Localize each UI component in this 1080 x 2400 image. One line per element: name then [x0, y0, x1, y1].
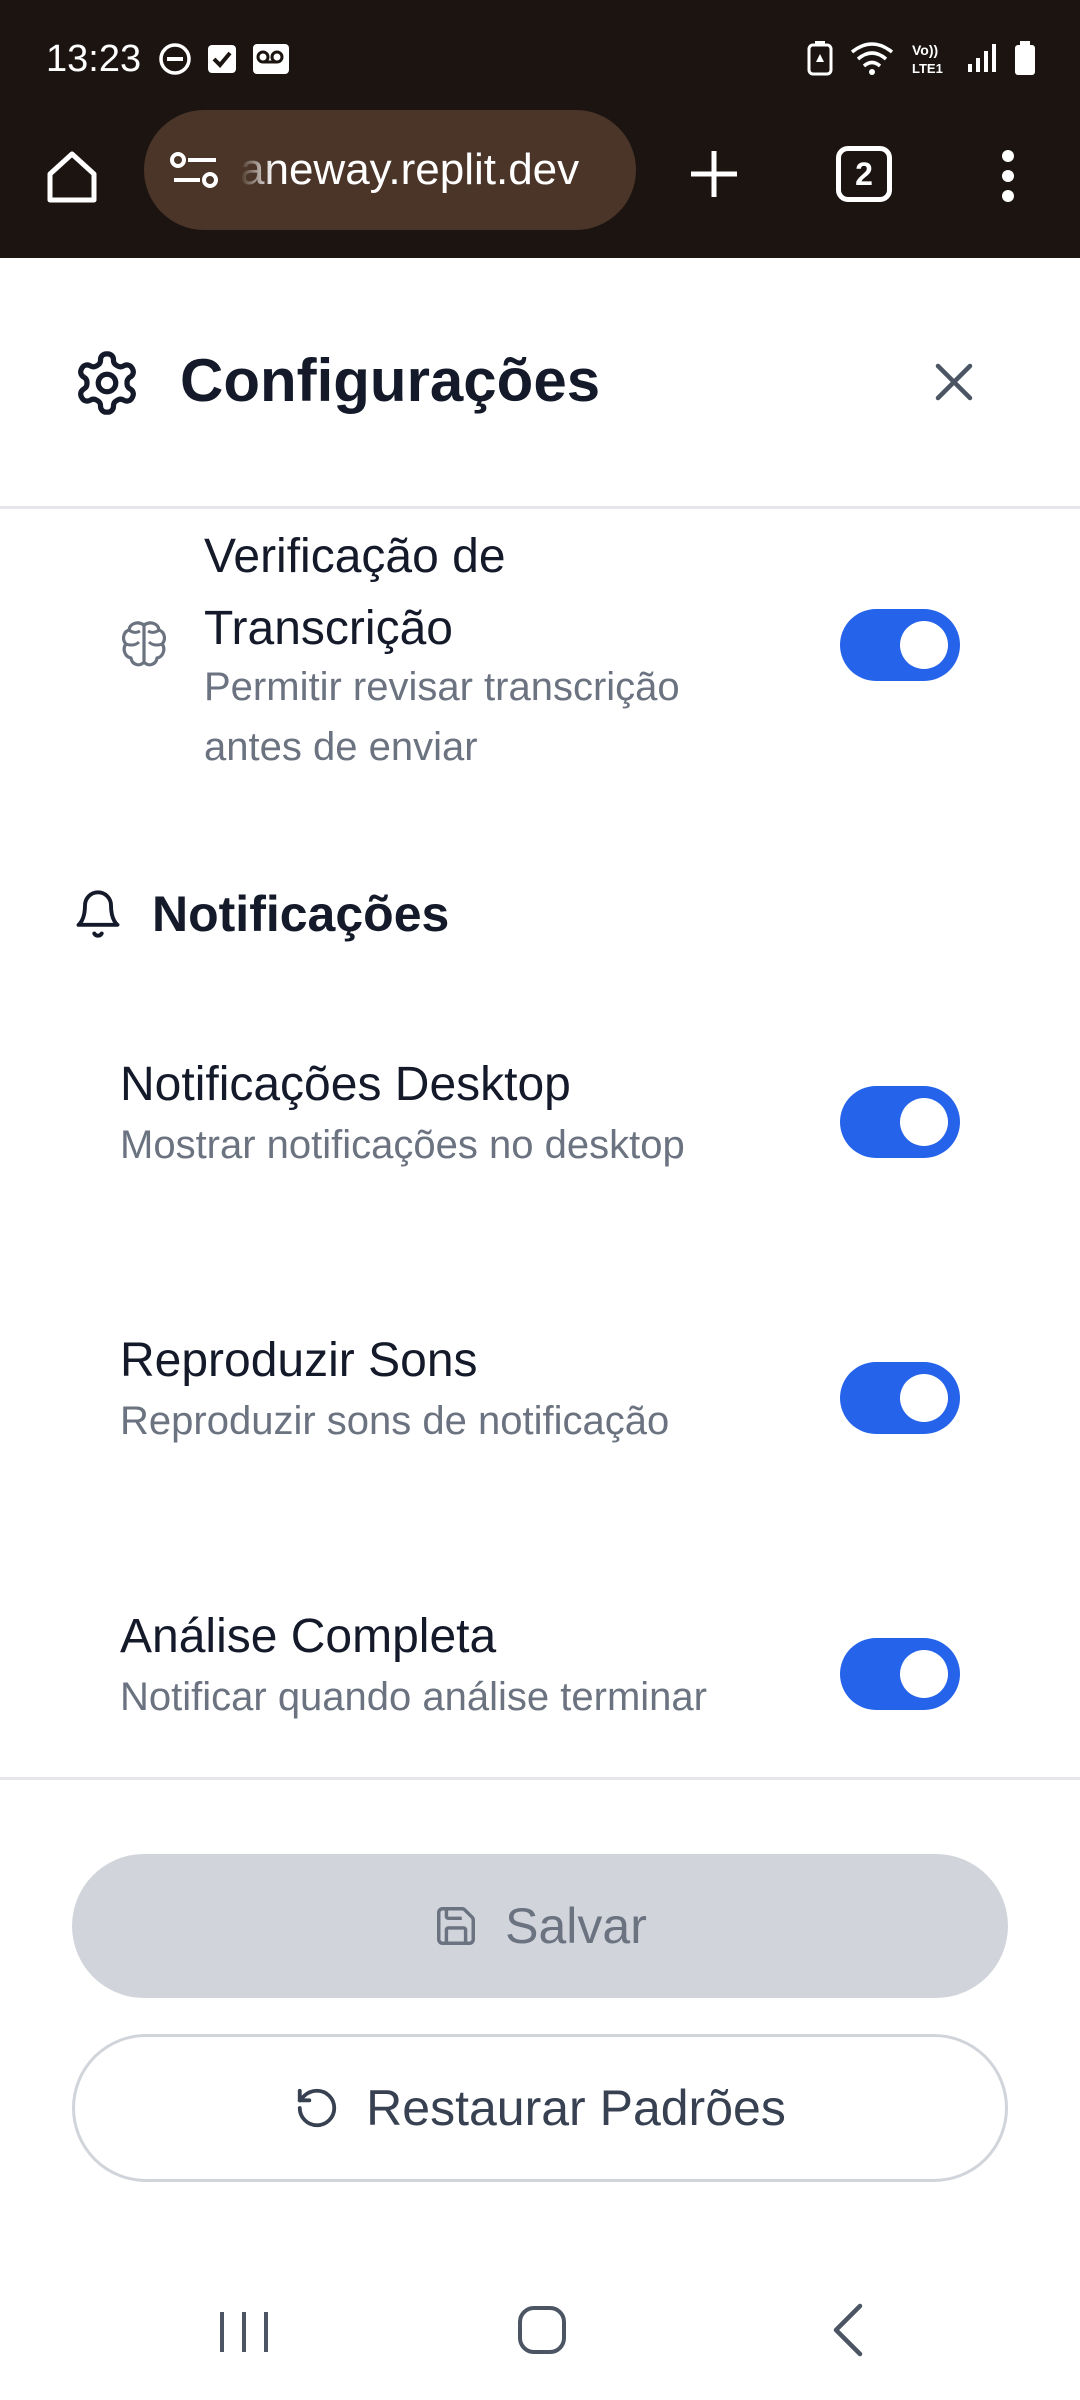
- svg-text:LTE1: LTE1: [912, 61, 943, 76]
- status-right-icons: Vo)) LTE1: [806, 40, 1036, 76]
- bell-icon: [76, 890, 120, 938]
- save-label: Salvar: [505, 1898, 647, 1954]
- more-vertical-icon: [1002, 150, 1014, 202]
- toggle-knob: [900, 621, 948, 669]
- voicemail-icon: [252, 42, 290, 76]
- status-left-icons: [158, 42, 290, 76]
- svg-text:Vo)): Vo)): [912, 42, 938, 58]
- new-tab-button[interactable]: [678, 138, 750, 210]
- gear-icon: [78, 351, 136, 415]
- browser-menu-button[interactable]: [978, 140, 1038, 212]
- do-not-disturb-icon: [158, 42, 192, 76]
- setting-title: Reproduzir Sons: [120, 1334, 478, 1387]
- address-bar[interactable]: aneway.replit.dev: [144, 110, 636, 230]
- home-nav-icon[interactable]: [516, 2304, 568, 2356]
- status-bar: 13:23 Vo)) LTE1: [0, 0, 1080, 120]
- recent-apps-icon[interactable]: [216, 2308, 272, 2356]
- setting-row-transcription-check: Verificação de Transcrição Permitir revi…: [0, 509, 1080, 809]
- toggle-knob: [900, 1650, 948, 1698]
- desktop-notifications-toggle[interactable]: [840, 1086, 960, 1158]
- setting-row-play-sounds: Reproduzir Sons Reproduzir sons de notif…: [0, 1325, 1080, 1475]
- restore-defaults-button[interactable]: Restaurar Padrões: [72, 2034, 1008, 2182]
- plus-icon: [691, 151, 737, 197]
- browser-chrome: 13:23 Vo)) LTE1 aneway.replit.dev 2: [0, 0, 1080, 258]
- transcription-check-toggle[interactable]: [840, 609, 960, 681]
- save-icon: [437, 1907, 476, 1945]
- checkbox-notification-icon: [206, 42, 238, 76]
- setting-desc: Notificar quando análise terminar: [120, 1675, 707, 1719]
- play-sounds-toggle[interactable]: [840, 1362, 960, 1434]
- setting-title-line1: Verificação de: [204, 530, 506, 583]
- home-icon: [47, 151, 97, 203]
- notifications-section-header: Notificações: [72, 879, 449, 949]
- home-button[interactable]: [36, 140, 108, 212]
- analysis-complete-toggle[interactable]: [840, 1638, 960, 1710]
- footer-divider: [0, 1777, 1080, 1780]
- setting-desc-line1: Permitir revisar transcrição: [204, 665, 680, 709]
- setting-title-line2: Transcrição: [204, 602, 453, 655]
- setting-row-analysis-complete: Análise Completa Notificar quando anális…: [0, 1601, 1080, 1751]
- setting-title: Análise Completa: [120, 1610, 497, 1663]
- save-button[interactable]: Salvar: [72, 1854, 1008, 1998]
- restore-label: Restaurar Padrões: [366, 2080, 786, 2136]
- dialog-title: Configurações: [180, 347, 601, 414]
- setting-desc: Mostrar notificações no desktop: [120, 1123, 685, 1167]
- tab-switcher-button[interactable]: 2: [836, 146, 892, 202]
- close-icon: [935, 363, 973, 401]
- toggle-knob: [900, 1374, 948, 1422]
- setting-title: Notificações Desktop: [120, 1058, 571, 1111]
- rotate-ccw-icon: [298, 2088, 337, 2128]
- screen: 13:23 Vo)) LTE1 aneway.replit.dev 2 Conf…: [0, 0, 1080, 2400]
- setting-desc-line2: antes de enviar: [204, 725, 478, 769]
- volte-icon: Vo)) LTE1: [910, 40, 950, 76]
- tab-count: 2: [855, 155, 873, 192]
- settings-content[interactable]: Verificação de Transcrição Permitir revi…: [0, 509, 1080, 1777]
- url-text[interactable]: aneway.replit.dev: [240, 145, 579, 195]
- settings-dialog-header: Configurações: [0, 258, 1080, 508]
- brain-icon: [122, 621, 166, 667]
- status-time: 13:23: [46, 38, 142, 80]
- wifi-icon: [850, 40, 894, 76]
- notifications-section-title: Notificações: [152, 886, 450, 942]
- site-settings-icon[interactable]: [168, 143, 222, 197]
- system-nav-bar: [0, 2260, 1080, 2400]
- battery-saver-icon: [806, 40, 834, 76]
- battery-icon: [1014, 40, 1036, 76]
- close-button[interactable]: [924, 352, 984, 412]
- setting-row-desktop-notifications: Notificações Desktop Mostrar notificaçõe…: [0, 1049, 1080, 1199]
- setting-desc: Reproduzir sons de notificação: [120, 1399, 670, 1443]
- browser-toolbar: aneway.replit.dev 2: [0, 110, 1080, 258]
- toggle-knob: [900, 1098, 948, 1146]
- back-icon[interactable]: [826, 2302, 870, 2358]
- signal-icon: [966, 42, 998, 74]
